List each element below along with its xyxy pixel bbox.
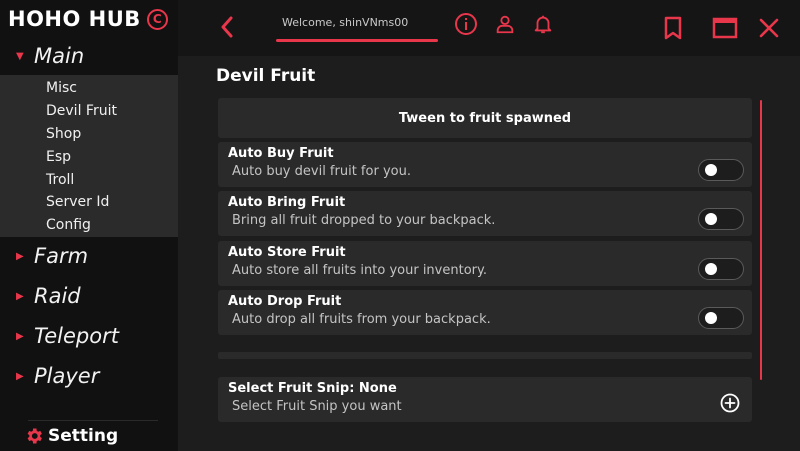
back-arrow-icon[interactable] bbox=[216, 14, 238, 40]
row-title: Auto Drop Fruit bbox=[228, 294, 342, 309]
sidebar-section-teleport[interactable]: ▶ Teleport bbox=[0, 320, 178, 352]
auto-bring-fruit-toggle[interactable] bbox=[698, 208, 744, 230]
sidebar-item-troll[interactable]: Troll bbox=[46, 172, 74, 188]
topbar bbox=[178, 0, 800, 56]
auto-drop-fruit-toggle[interactable] bbox=[698, 307, 744, 329]
caret-right-icon: ▶ bbox=[16, 330, 24, 342]
setting-label: Setting bbox=[48, 426, 119, 446]
caret-down-icon: ▼ bbox=[16, 50, 24, 62]
brand-name: HOHO HUB bbox=[8, 7, 141, 31]
toggle-knob bbox=[705, 312, 717, 324]
window-icon[interactable] bbox=[710, 14, 740, 42]
scrollbar[interactable] bbox=[760, 100, 762, 380]
toggle-row-auto-store-fruit: Auto Store Fruit Auto store all fruits i… bbox=[218, 241, 752, 286]
row-description: Bring all fruit dropped to your backpack… bbox=[232, 213, 496, 228]
toggle-knob bbox=[705, 213, 717, 225]
sidebar-section-label: Farm bbox=[34, 244, 89, 268]
bell-icon[interactable] bbox=[530, 11, 556, 37]
sidebar-section-label: Raid bbox=[34, 284, 81, 308]
welcome-field: Welcome, shinVNms00 bbox=[276, 10, 438, 42]
sidebar-item-shop[interactable]: Shop bbox=[46, 126, 81, 142]
info-icon[interactable] bbox=[453, 11, 479, 37]
divider bbox=[28, 420, 158, 421]
sidebar-item-misc[interactable]: Misc bbox=[46, 80, 77, 96]
auto-buy-fruit-toggle[interactable] bbox=[698, 159, 744, 181]
caret-right-icon: ▶ bbox=[16, 290, 24, 302]
row-description: Auto buy devil fruit for you. bbox=[232, 164, 411, 179]
setting-button[interactable]: Setting bbox=[24, 426, 118, 446]
caret-right-icon: ▶ bbox=[16, 370, 24, 382]
toggle-row-auto-bring-fruit: Auto Bring Fruit Bring all fruit dropped… bbox=[218, 191, 752, 236]
sidebar-section-label: Teleport bbox=[34, 324, 119, 348]
toggle-row-auto-drop-fruit: Auto Drop Fruit Auto drop all fruits fro… bbox=[218, 290, 752, 335]
sidebar-section-label: Main bbox=[34, 44, 85, 68]
row-description: Auto store all fruits into your inventor… bbox=[232, 263, 487, 278]
row-title: Auto Bring Fruit bbox=[228, 195, 346, 210]
user-icon[interactable] bbox=[492, 11, 518, 37]
select-fruit-snip-dropdown[interactable]: Select Fruit Snip: None Select Fruit Sni… bbox=[218, 377, 752, 422]
row-description: Auto drop all fruits from your backpack. bbox=[232, 312, 491, 327]
sidebar-item-config[interactable]: Config bbox=[46, 217, 91, 233]
sidebar-section-player[interactable]: ▶ Player bbox=[0, 360, 178, 392]
sidebar-item-esp[interactable]: Esp bbox=[46, 149, 71, 165]
sidebar: HOHO HUB C ▼ Main Misc Devil Fruit Shop … bbox=[0, 0, 178, 451]
dropdown-description: Select Fruit Snip you want bbox=[232, 399, 402, 414]
sidebar-section-raid[interactable]: ▶ Raid bbox=[0, 280, 178, 312]
sidebar-item-devil-fruit[interactable]: Devil Fruit bbox=[46, 103, 117, 119]
submenu-main: Misc Devil Fruit Shop Esp Troll Server I… bbox=[0, 75, 178, 237]
bookmark-icon[interactable] bbox=[660, 14, 686, 42]
close-icon[interactable] bbox=[756, 14, 782, 42]
plus-circle-icon[interactable] bbox=[720, 393, 740, 413]
dropdown-title: Select Fruit Snip: None bbox=[228, 381, 397, 396]
copyright-icon: C bbox=[146, 8, 168, 30]
row-title: Auto Store Fruit bbox=[228, 245, 346, 260]
row-title: Auto Buy Fruit bbox=[228, 146, 334, 161]
auto-store-fruit-toggle[interactable] bbox=[698, 258, 744, 280]
caret-right-icon: ▶ bbox=[16, 250, 24, 262]
sidebar-section-label: Player bbox=[34, 364, 100, 388]
tween-fruit-button[interactable]: Tween to fruit spawned bbox=[218, 98, 752, 138]
toggle-knob bbox=[705, 263, 717, 275]
toggle-row-auto-buy-fruit: Auto Buy Fruit Auto buy devil fruit for … bbox=[218, 142, 752, 187]
toggle-knob bbox=[705, 164, 717, 176]
tween-fruit-label: Tween to fruit spawned bbox=[398, 110, 572, 126]
page-title: Devil Fruit bbox=[216, 66, 316, 86]
section-divider bbox=[218, 352, 752, 359]
logo: HOHO HUB C bbox=[8, 4, 168, 34]
sidebar-section-farm[interactable]: ▶ Farm bbox=[0, 240, 178, 272]
sidebar-item-server-id[interactable]: Server Id bbox=[46, 194, 109, 210]
welcome-text: Welcome, shinVNms00 bbox=[282, 16, 409, 29]
sidebar-section-main[interactable]: ▼ Main bbox=[0, 40, 178, 72]
welcome-underline bbox=[276, 39, 438, 42]
gear-icon bbox=[27, 428, 42, 444]
